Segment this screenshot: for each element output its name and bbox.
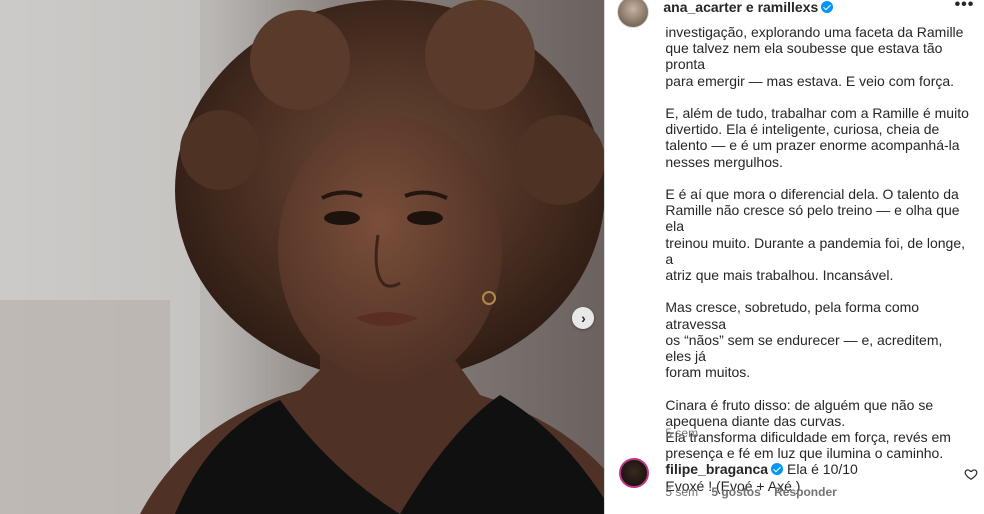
comment-text: Ela é 10/10 (786, 461, 858, 477)
more-options-icon[interactable]: ••• (955, 0, 975, 14)
portrait-illustration (0, 0, 605, 514)
verified-badge-icon (821, 1, 834, 13)
caption-paragraph: Cinara é fruto disso: de alguém que não … (665, 396, 951, 462)
next-image-button[interactable]: › (572, 307, 594, 329)
instagram-post: › ana_acarter e ramillexs ••• investigaç… (0, 0, 984, 514)
caption-paragraph: E é aí que mora o diferencial dela. O ta… (665, 186, 966, 284)
reply-button[interactable]: Responder (774, 485, 837, 499)
chevron-right-icon: › (581, 310, 586, 326)
post-details-panel: ana_acarter e ramillexs ••• investigação… (604, 0, 984, 514)
author-avatar[interactable] (617, 0, 650, 28)
caption-timestamp[interactable]: 5 sem (665, 426, 698, 440)
commenter-avatar[interactable] (619, 458, 650, 488)
comment-timestamp[interactable]: 5 sem (665, 485, 698, 499)
post-caption: investigação, explorando uma faceta da R… (665, 24, 970, 510)
caption-paragraph: Mas cresce, sobretudo, pela forma como a… (665, 299, 943, 381)
author-username[interactable]: ana_acarter e ramillexs (663, 0, 834, 15)
heart-icon[interactable] (964, 467, 978, 481)
comment-likes[interactable]: 5 gostos (711, 485, 760, 499)
post-image: › (0, 0, 605, 514)
comment-meta: 5 sem 5 gostos Responder (665, 485, 846, 499)
caption-paragraph: E, além de tudo, trabalhar com a Ramille… (665, 105, 969, 170)
comment-line: filipe_braganca Ela é 10/10 (665, 461, 857, 477)
commenter-username[interactable]: filipe_braganca (665, 461, 768, 477)
verified-badge-icon (771, 463, 784, 475)
post-header: ana_acarter e ramillexs ••• (605, 0, 984, 28)
comment-item: filipe_braganca Ela é 10/10 5 sem 5 gost… (605, 455, 984, 514)
caption-paragraph: investigação, explorando uma faceta da R… (665, 24, 964, 89)
